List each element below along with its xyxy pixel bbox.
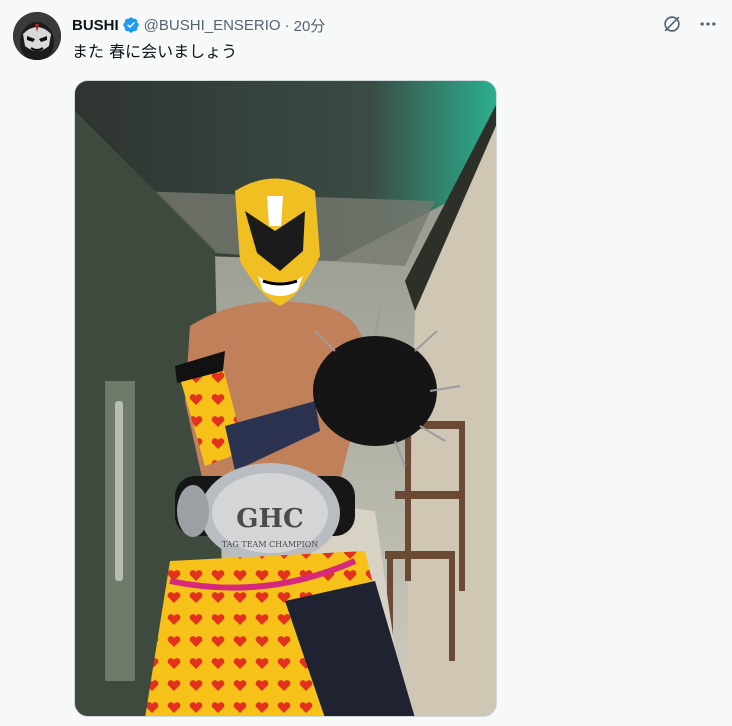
tweet-actions-top [660, 12, 720, 36]
author-name[interactable]: BUSHI [72, 17, 119, 34]
tweet[interactable]: BUSHI @BUSHI_ENSERIO · 20分 また 春に会いましょう G… [0, 0, 732, 726]
avatar[interactable] [13, 12, 61, 60]
tweet-text: また 春に会いましょう [72, 42, 238, 61]
wrestler-photo: GHC TAG TEAM CHAMPION [75, 81, 496, 716]
tweet-photo[interactable]: GHC TAG TEAM CHAMPION [74, 80, 497, 717]
more-icon[interactable] [696, 12, 720, 36]
grok-icon[interactable] [660, 12, 684, 36]
belt-subtitle: TAG TEAM CHAMPION [222, 540, 318, 549]
belt-title: GHC [236, 504, 303, 534]
verified-badge-icon [122, 16, 140, 34]
author-handle[interactable]: @BUSHI_ENSERIO [144, 17, 281, 34]
separator-dot: · [284, 16, 290, 34]
avatar-image [13, 12, 61, 60]
tweet-header: BUSHI @BUSHI_ENSERIO · 20分 [72, 14, 325, 36]
timestamp[interactable]: 20分 [294, 15, 326, 36]
